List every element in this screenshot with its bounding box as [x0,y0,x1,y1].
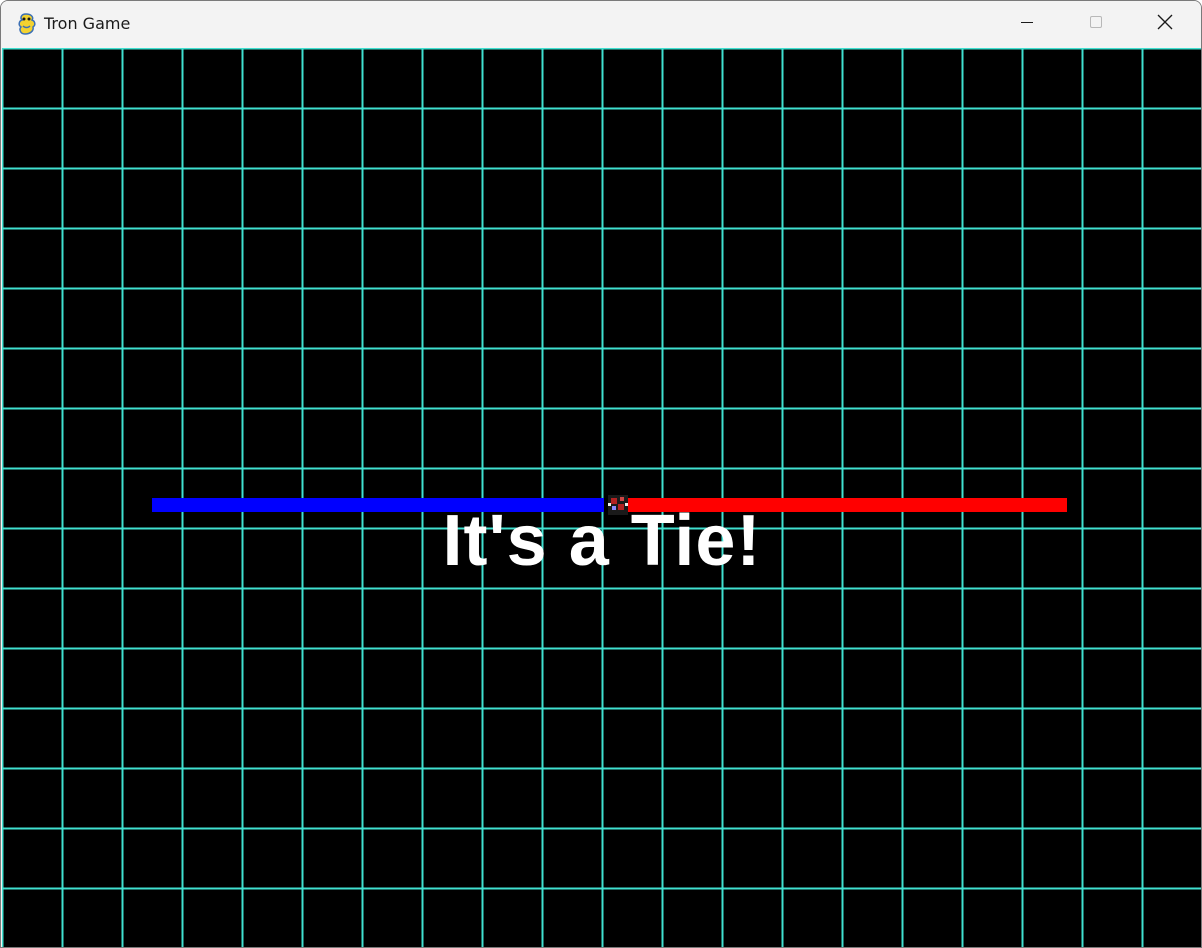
close-button[interactable] [1131,1,1199,47]
close-icon [1157,14,1173,35]
minimize-button[interactable] [993,1,1061,47]
maximize-icon [1089,15,1103,34]
tie-message: It's a Tie! [442,501,762,581]
window-title: Tron Game [44,14,131,33]
game-arena [2,48,1201,947]
pygame-snake-icon [16,12,38,36]
title-bar[interactable]: Tron Game [1,1,1201,47]
app-window: Tron Game It's a Tie! [0,0,1202,948]
minimize-icon [1020,15,1034,34]
maximize-button[interactable] [1062,1,1130,47]
game-canvas[interactable]: It's a Tie! [2,48,1201,947]
